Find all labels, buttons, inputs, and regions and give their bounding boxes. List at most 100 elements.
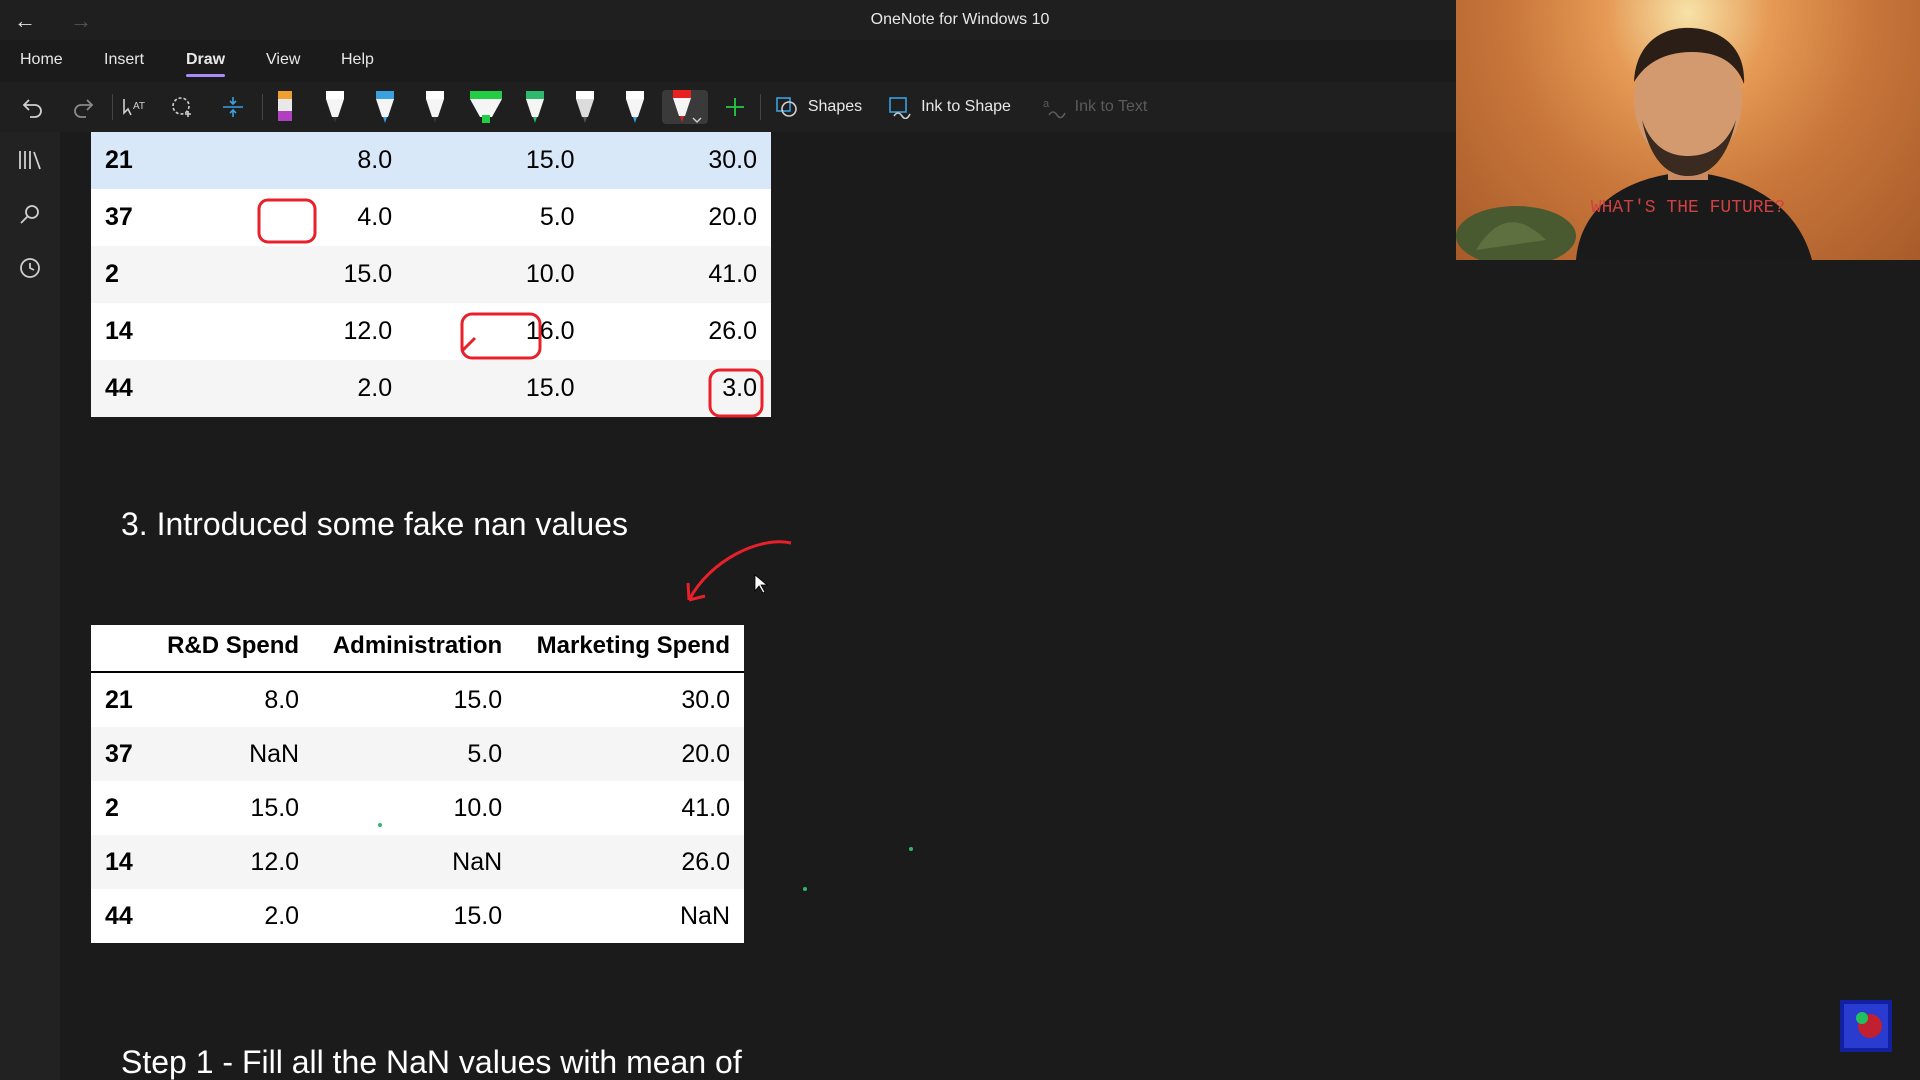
webcam-overlay: WHAT'S THE FUTURE? bbox=[1456, 0, 1920, 260]
pen-white-3[interactable] bbox=[618, 90, 652, 124]
cell-rd-spend: 8.0 bbox=[223, 132, 407, 189]
ribbon-tabs: Home Insert Draw View Help bbox=[0, 46, 1440, 78]
cell-marketing-spend: 20.0 bbox=[708, 203, 757, 231]
ink-to-shape-icon bbox=[889, 97, 911, 119]
ink-to-text-icon: a bbox=[1043, 98, 1066, 119]
table-row: 44 2.0 15.0 3.0 bbox=[91, 360, 771, 417]
toolbar-divider bbox=[262, 94, 263, 120]
recent-icon[interactable] bbox=[16, 254, 44, 282]
row-index: 37 bbox=[91, 727, 149, 781]
add-pen-button[interactable] bbox=[718, 90, 752, 124]
cell-administration: 5.0 bbox=[539, 203, 575, 231]
cell-marketing-spend: 26.0 bbox=[708, 317, 757, 345]
pen-green[interactable] bbox=[518, 90, 552, 124]
lasso-icon bbox=[172, 97, 191, 117]
cell-rd-spend: 8.0 bbox=[264, 685, 300, 714]
pen-white-1[interactable] bbox=[318, 90, 352, 124]
tab-home[interactable]: Home bbox=[20, 51, 63, 69]
table-row: 21 8.0 15.0 30.0 bbox=[91, 672, 744, 727]
cell-rd-spend: 12.0 bbox=[148, 835, 314, 889]
cell-marketing-spend: NaN bbox=[679, 901, 730, 930]
tab-view[interactable]: View bbox=[266, 51, 300, 69]
toolbar-divider bbox=[112, 94, 113, 120]
pen-icon bbox=[326, 91, 344, 123]
section-heading: 3. Introduced some fake nan values bbox=[121, 506, 628, 542]
table-row: 21 8.0 15.0 30.0 bbox=[91, 132, 771, 189]
pen-white-2[interactable] bbox=[418, 90, 452, 124]
cell-rd-spend: 4.0 bbox=[357, 203, 393, 231]
cell-marketing-spend: 20.0 bbox=[516, 727, 744, 781]
search-icon[interactable] bbox=[16, 200, 44, 228]
table-header-row: R&D Spend Administration Marketing Spend bbox=[91, 625, 744, 673]
highlighter-orange[interactable] bbox=[268, 90, 302, 124]
row-index: 14 bbox=[91, 835, 149, 889]
table-row: 14 12.0 NaN 26.0 bbox=[91, 835, 744, 889]
cell-administration: NaN bbox=[313, 835, 517, 889]
cell-marketing-spend: 41.0 bbox=[588, 246, 771, 303]
ink-dot bbox=[803, 887, 807, 891]
ink-to-text-button[interactable]: a Ink to Text bbox=[1034, 90, 1154, 124]
row-index: 2 bbox=[91, 246, 224, 303]
left-rail bbox=[0, 132, 60, 1080]
table-row: 14 12.0 16.0 26.0 bbox=[91, 303, 771, 360]
pencil-icon bbox=[576, 91, 594, 123]
type-select-button[interactable]: AT bbox=[116, 90, 150, 124]
table-row: 37 4.0 5.0 20.0 bbox=[91, 189, 771, 246]
table-row: 2 15.0 10.0 41.0 bbox=[91, 781, 744, 835]
ink-to-shape-button[interactable]: Ink to Shape bbox=[884, 90, 1014, 124]
lasso-select-button[interactable] bbox=[166, 90, 200, 124]
row-index: 37 bbox=[105, 203, 133, 231]
dataframe-table-top: 21 8.0 15.0 30.0 37 4.0 5.0 20.0 2 15.0 … bbox=[91, 132, 771, 417]
highlighter-icon bbox=[278, 91, 292, 121]
pen-icon bbox=[626, 91, 644, 123]
cell-marketing-spend: 26.0 bbox=[516, 835, 744, 889]
undo-button[interactable] bbox=[16, 90, 50, 124]
redo-button[interactable] bbox=[66, 90, 100, 124]
cell-administration: 5.0 bbox=[313, 727, 517, 781]
ink-arrow-stroke bbox=[687, 540, 792, 601]
pen-blue[interactable] bbox=[368, 90, 402, 124]
cell-marketing-spend: 41.0 bbox=[681, 793, 730, 822]
cell-rd-spend: 15.0 bbox=[250, 793, 300, 822]
cell-administration: 16.0 bbox=[525, 317, 575, 345]
cell-administration: 15.0 bbox=[406, 132, 589, 189]
undo-icon bbox=[22, 99, 42, 118]
pen-icon bbox=[526, 91, 544, 123]
row-index: 21 bbox=[91, 132, 224, 189]
cell-marketing-spend: 30.0 bbox=[588, 132, 771, 189]
page-canvas[interactable]: 21 8.0 15.0 30.0 37 4.0 5.0 20.0 2 15.0 … bbox=[60, 132, 1456, 1080]
row-index: 44 bbox=[91, 360, 224, 417]
column-header-rd-spend: R&D Spend bbox=[148, 625, 314, 673]
cell-administration: 10.0 bbox=[453, 793, 503, 822]
ink-to-shape-label: Ink to Shape bbox=[921, 98, 1011, 115]
tab-help[interactable]: Help bbox=[341, 51, 374, 69]
channel-logo-icon bbox=[1840, 1000, 1892, 1052]
cell-rd-spend: 15.0 bbox=[223, 246, 407, 303]
pen-icon bbox=[426, 91, 444, 123]
pencil-white[interactable] bbox=[568, 90, 602, 124]
shapes-icon bbox=[776, 97, 797, 117]
pen-red-selected[interactable] bbox=[662, 90, 708, 124]
tab-draw[interactable]: Draw bbox=[186, 51, 226, 77]
svg-text:a: a bbox=[1043, 98, 1050, 110]
row-index: 14 bbox=[105, 317, 133, 345]
ink-to-text-label: Ink to Text bbox=[1074, 98, 1148, 115]
row-index: 2 bbox=[105, 793, 119, 822]
redo-icon bbox=[74, 99, 94, 118]
highlighter-green[interactable] bbox=[466, 90, 506, 124]
cell-marketing-spend: 30.0 bbox=[681, 685, 730, 714]
column-header-marketing-spend: Marketing Spend bbox=[516, 625, 744, 673]
svg-text:AT: AT bbox=[133, 101, 145, 112]
cell-rd-spend: NaN bbox=[148, 727, 314, 781]
table-row: 37 NaN 5.0 20.0 bbox=[91, 727, 744, 781]
add-space-button[interactable] bbox=[216, 90, 250, 124]
pen-icon bbox=[376, 91, 394, 123]
cell-rd-spend: 2.0 bbox=[264, 901, 300, 930]
shapes-label: Shapes bbox=[807, 98, 863, 115]
tab-insert[interactable]: Insert bbox=[104, 51, 144, 69]
shapes-button[interactable]: Shapes bbox=[770, 90, 866, 124]
notebooks-icon[interactable] bbox=[16, 146, 44, 174]
ink-arrow-head bbox=[686, 582, 706, 602]
cell-rd-spend: 2.0 bbox=[223, 360, 407, 417]
mouse-cursor-icon bbox=[754, 574, 769, 594]
